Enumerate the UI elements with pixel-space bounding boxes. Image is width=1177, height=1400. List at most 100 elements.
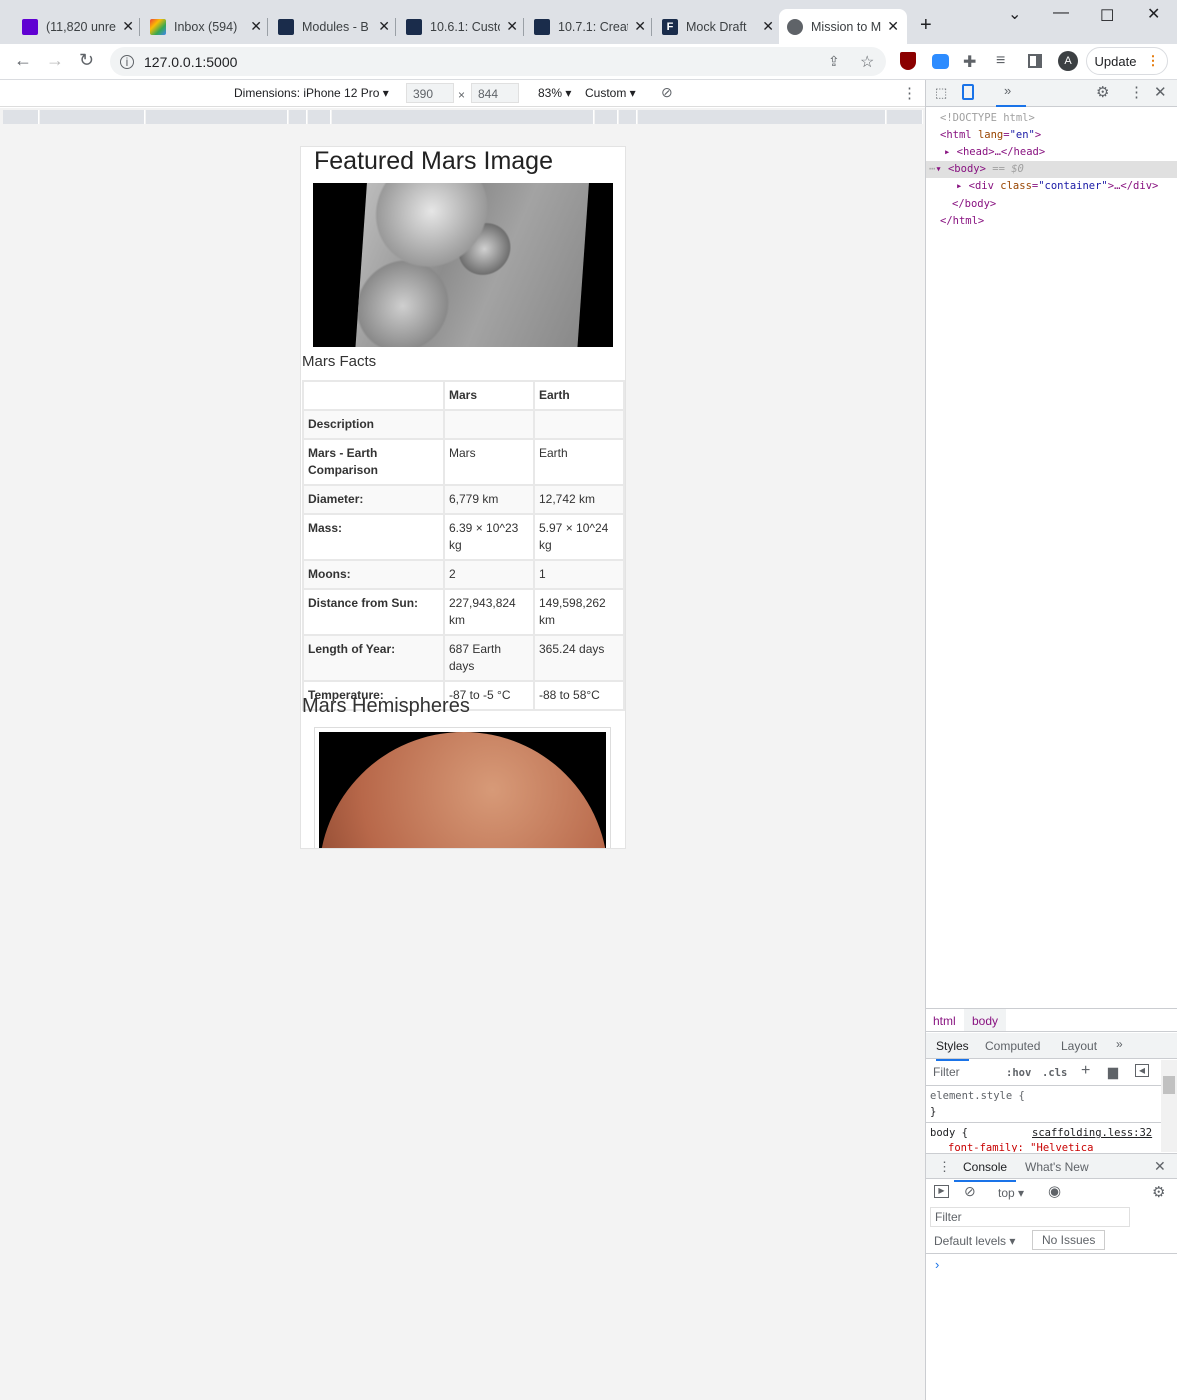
tab-console[interactable]: Console (954, 1160, 1017, 1182)
paint-brush-icon[interactable]: ▆ (1108, 1064, 1118, 1080)
tab-gmail[interactable]: Inbox (594) ✕ (142, 9, 270, 44)
featured-image-title: Featured Mars Image (314, 147, 553, 175)
styles-filter-input[interactable]: Filter (929, 1063, 995, 1081)
cell-value: 12,742 km (533, 484, 625, 515)
cell-value: 149,598,262 km (533, 588, 625, 636)
close-tab-icon[interactable]: ✕ (250, 18, 262, 35)
new-rule-plus-icon[interactable]: + (1081, 1062, 1090, 1080)
close-drawer-icon[interactable]: ✕ (1154, 1158, 1166, 1175)
close-devtools-icon[interactable]: ✕ (1154, 83, 1167, 101)
close-tab-icon[interactable]: ✕ (122, 18, 134, 35)
close-tab-icon[interactable]: ✕ (634, 18, 646, 35)
media-control-icon[interactable]: ≡ (996, 52, 1005, 70)
drawer-menu-icon[interactable]: ⋮ (938, 1159, 951, 1175)
hemisphere-thumbnail[interactable] (314, 727, 611, 848)
tab-10-7-1[interactable]: 10.7.1: Creat ✕ (526, 9, 654, 44)
bookmark-star-icon[interactable]: ☆ (860, 52, 874, 72)
height-input[interactable]: 844 (471, 83, 519, 103)
rotate-icon[interactable]: ⊘ (661, 84, 673, 101)
dom-div-container-node[interactable]: ▸ <div class="container">…</div> (956, 180, 1158, 192)
ublock-icon[interactable] (900, 52, 916, 70)
hov-toggle[interactable]: :hov (1006, 1067, 1031, 1079)
table-header-row: Mars Earth (302, 380, 625, 411)
more-options-icon[interactable]: ⋮ (902, 84, 917, 102)
forward-button[interactable]: → (46, 50, 64, 71)
cell-value (443, 409, 535, 440)
bootcamp-icon (534, 18, 550, 35)
console-prompt-icon[interactable]: › (935, 1257, 939, 1272)
tab-whats-new[interactable]: What's New (1025, 1160, 1089, 1174)
issues-button[interactable]: No Issues (1032, 1230, 1106, 1250)
tab-styles[interactable]: Styles (936, 1039, 969, 1061)
body-rule-selector[interactable]: body { (930, 1127, 968, 1139)
mars-facts-table: Mars Earth Description Mars - Earth Compa… (302, 380, 625, 711)
settings-gear-icon[interactable]: ⚙ (1096, 83, 1109, 101)
profile-avatar[interactable]: A (1058, 51, 1078, 71)
update-button[interactable]: Update ⋮ (1086, 47, 1168, 75)
tab-yahoo-mail[interactable]: (11,820 unre ✕ (14, 9, 142, 44)
close-tab-icon[interactable]: ✕ (506, 18, 518, 35)
zoom-extension-icon[interactable] (932, 54, 949, 69)
close-tab-icon[interactable]: ✕ (887, 18, 899, 35)
breadcrumb-html[interactable]: html (933, 1014, 956, 1028)
levels-select[interactable]: Default levels ▾ (934, 1234, 1015, 1248)
share-icon[interactable]: ⇪ (828, 53, 840, 70)
sidebar-toggle-icon[interactable]: ▶ (934, 1185, 949, 1198)
cell-value: 365.24 days (533, 634, 625, 682)
toggle-sidebar-icon[interactable]: ◂ (1135, 1064, 1149, 1077)
more-tabs-icon[interactable]: » (1116, 1037, 1123, 1051)
dom-html-close[interactable]: </html> (940, 215, 984, 227)
table-row: Distance from Sun: 227,943,824 km 149,598,… (302, 588, 625, 636)
dom-body-node[interactable]: ⋯▾ <body> == $0 (929, 163, 1024, 175)
clear-console-icon[interactable]: ⊘ (964, 1183, 976, 1200)
cls-toggle[interactable]: .cls (1042, 1067, 1067, 1079)
styles-scrollbar[interactable] (1161, 1060, 1177, 1152)
info-icon[interactable]: i (120, 54, 134, 69)
dom-head-node[interactable]: ▸ <head>…</head> (944, 146, 1045, 158)
device-toggle-icon[interactable] (962, 84, 974, 100)
inspect-element-icon[interactable]: ⬚ (935, 85, 947, 101)
extensions-puzzle-icon[interactable]: ✚ (963, 52, 976, 72)
context-select[interactable]: top ▾ (998, 1186, 1024, 1200)
live-expression-eye-icon[interactable]: ◉ (1048, 1182, 1061, 1200)
font-family-declaration[interactable]: font-family: "Helvetica (948, 1142, 1093, 1152)
tab-computed[interactable]: Computed (985, 1039, 1040, 1053)
element-style-rule[interactable]: element.style { (930, 1090, 1025, 1102)
header-cell (302, 380, 445, 411)
dimensions-select[interactable]: Dimensions: iPhone 12 Pro ▾ (234, 86, 389, 100)
zoom-select[interactable]: 83% ▾ (538, 86, 571, 100)
more-tabs-icon[interactable]: » (996, 83, 1026, 107)
tab-title: Inbox (594) (174, 19, 238, 34)
url-text[interactable]: 127.0.0.1:5000 (144, 54, 237, 70)
close-window-button[interactable]: ✕ (1147, 4, 1160, 24)
tab-10-6-1[interactable]: 10.6.1: Custo ✕ (398, 9, 526, 44)
new-tab-button[interactable]: + (920, 14, 932, 37)
featured-mars-image (313, 183, 613, 347)
tab-search-chevron-icon[interactable]: ⌄ (1008, 4, 1021, 24)
back-button[interactable]: ← (14, 50, 32, 71)
address-bar[interactable]: i 127.0.0.1:5000 ⇪ ☆ (110, 47, 886, 76)
width-input[interactable]: 390 (406, 83, 454, 103)
tab-mock-draft[interactable]: F Mock Draft ✕ (654, 9, 782, 44)
source-link[interactable]: scaffolding.less:32 (1032, 1127, 1152, 1139)
console-filter-input[interactable]: Filter (930, 1207, 1130, 1227)
tab-mission-to-mars[interactable]: Mission to M ✕ (779, 9, 907, 44)
close-tab-icon[interactable]: ✕ (378, 18, 390, 35)
breadcrumb-body[interactable]: body (964, 1009, 1007, 1031)
devtools-menu-icon[interactable]: ⋮ (1129, 83, 1144, 101)
emulated-page: Featured Mars Image Mars Facts Mars Eart… (300, 146, 626, 849)
reload-button[interactable]: ↻ (79, 50, 94, 71)
minimize-button[interactable]: — (1053, 4, 1069, 22)
console-settings-icon[interactable]: ⚙ (1152, 1183, 1165, 1201)
throttle-select[interactable]: Custom ▾ (585, 86, 636, 100)
browser-toolbar: ← → ↻ i 127.0.0.1:5000 ⇪ ☆ ✚ ≡ A Update ⋮ (0, 44, 1177, 80)
maximize-button[interactable]: ☐ (1100, 6, 1114, 26)
dom-body-close[interactable]: </body> (952, 198, 996, 210)
media-query-ruler[interactable] (0, 108, 925, 126)
close-tab-icon[interactable]: ✕ (762, 18, 774, 35)
dom-doctype[interactable]: <!DOCTYPE html> (940, 112, 1035, 124)
tab-modules[interactable]: Modules - B ✕ (270, 9, 398, 44)
dom-html-node[interactable]: <html lang="en"> (940, 129, 1041, 141)
side-panel-icon[interactable] (1028, 54, 1042, 68)
tab-layout[interactable]: Layout (1061, 1039, 1097, 1053)
